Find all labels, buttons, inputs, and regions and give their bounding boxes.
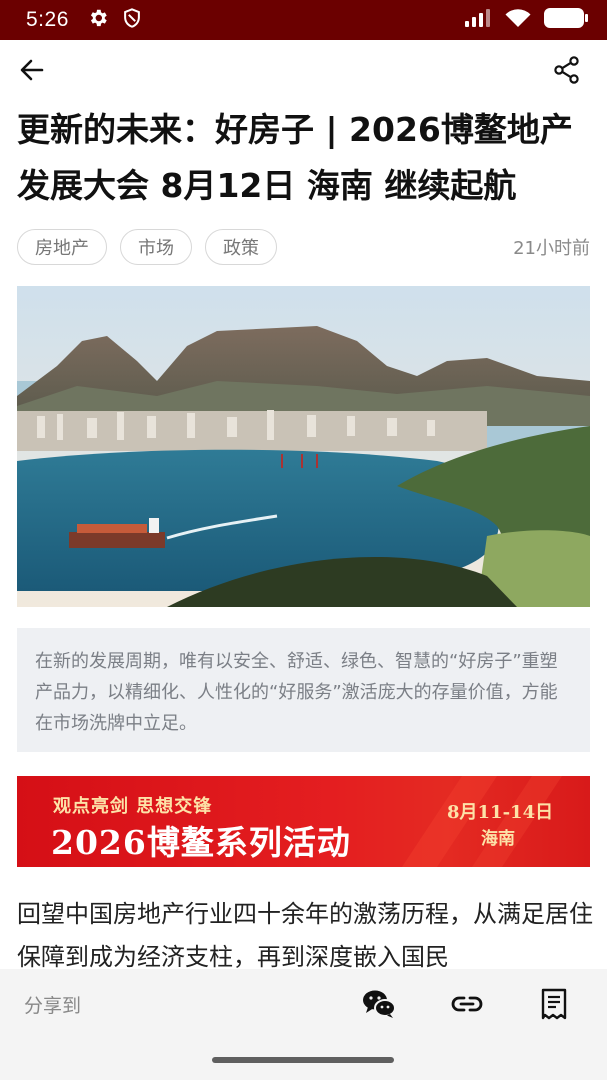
banner-headline: 2026博鳌系列活动 (51, 823, 351, 862)
signal-icon (463, 8, 493, 32)
banner-date: 8月11-14日 (447, 802, 554, 823)
banner-slogan: 观点亮剑 思想交锋 (53, 796, 213, 817)
gear-icon (87, 7, 109, 33)
share-icon (554, 56, 579, 84)
article-summary: 在新的发展周期，唯有以安全、舒适、绿色、智慧的“好房子”重塑产品力，以精细化、人… (17, 628, 590, 752)
battery-icon (543, 7, 589, 33)
home-gesture-bar[interactable] (212, 1057, 394, 1063)
promo-banner[interactable]: 观点亮剑 思想交锋 2026博鳌系列活动 8月11-14日 海南 (17, 776, 590, 867)
tag-policy[interactable]: 政策 (205, 229, 277, 265)
share-button[interactable] (551, 54, 583, 86)
status-time: 5:26 (26, 8, 69, 31)
poster-icon (541, 988, 567, 1020)
share-label: 分享到 (24, 995, 82, 1017)
publish-time: 21小时前 (513, 238, 590, 259)
arrow-left-icon (20, 59, 44, 81)
tag-market[interactable]: 市场 (120, 229, 192, 265)
status-bar: 5:26 (0, 0, 607, 40)
back-button[interactable] (16, 54, 48, 86)
share-wechat-button[interactable] (362, 987, 396, 1021)
wifi-icon (505, 8, 531, 32)
hero-image[interactable] (17, 286, 590, 607)
top-nav (0, 40, 607, 100)
gesture-nav-area (0, 1039, 607, 1080)
article-body: 回望中国房地产行业四十余年的激荡历程，从满足居住保障到成为经济支柱，再到深度嵌入… (17, 900, 593, 971)
link-icon (451, 996, 483, 1012)
tags-row: 房地产 市场 政策 21小时前 (17, 228, 590, 266)
copy-link-button[interactable] (450, 987, 484, 1021)
shield-icon (121, 7, 143, 33)
tag-real-estate[interactable]: 房地产 (17, 229, 107, 265)
share-poster-button[interactable] (537, 987, 571, 1021)
article-title: 更新的未来：好房子 | 2026博鳌地产发展大会 8月12日 海南 继续起航 (17, 110, 573, 205)
banner-place: 海南 (481, 829, 515, 849)
share-bar: 分享到 (0, 969, 607, 1039)
wechat-icon (363, 990, 396, 1018)
